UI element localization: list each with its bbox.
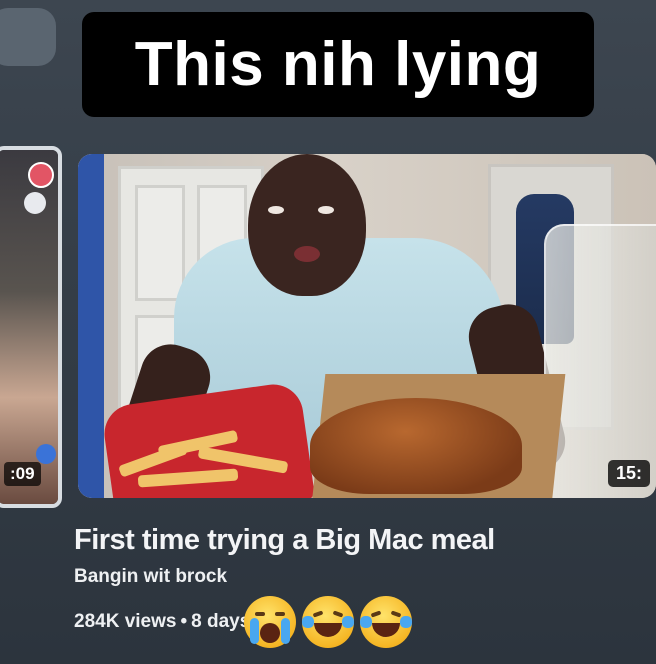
- thumbnail-edge: [78, 154, 104, 498]
- top-left-pill: [0, 8, 56, 66]
- mouth: [294, 246, 320, 262]
- person-head: [248, 154, 366, 296]
- tears-of-joy-face-icon: [302, 596, 355, 648]
- eye-right: [318, 206, 334, 214]
- video-thumbnail[interactable]: 15:: [78, 154, 656, 498]
- video-duration-badge: 15:: [607, 460, 650, 487]
- caption-banner: This nih lying: [82, 12, 594, 117]
- burger-bun: [310, 398, 522, 494]
- eye-left: [268, 206, 284, 214]
- channel-name[interactable]: Bangin wit brock: [74, 566, 227, 588]
- record-icon: [28, 162, 54, 188]
- previous-video-duration: :09: [4, 462, 41, 486]
- tears-of-joy-face-icon: [360, 596, 413, 648]
- like-icon: [36, 444, 56, 464]
- video-meta: 284K views • 8 days: [74, 596, 413, 648]
- meta-separator: •: [180, 611, 188, 632]
- drink-cup: [544, 224, 656, 498]
- loudly-crying-face-icon: [244, 596, 297, 648]
- view-count: 284K views: [74, 611, 177, 632]
- more-icon: [24, 192, 46, 214]
- caption-text: This nih lying: [134, 30, 542, 99]
- previous-video-card[interactable]: :09: [0, 146, 62, 508]
- video-title[interactable]: First time trying a Big Mac meal: [74, 524, 495, 557]
- upload-age: 8 days: [191, 611, 251, 632]
